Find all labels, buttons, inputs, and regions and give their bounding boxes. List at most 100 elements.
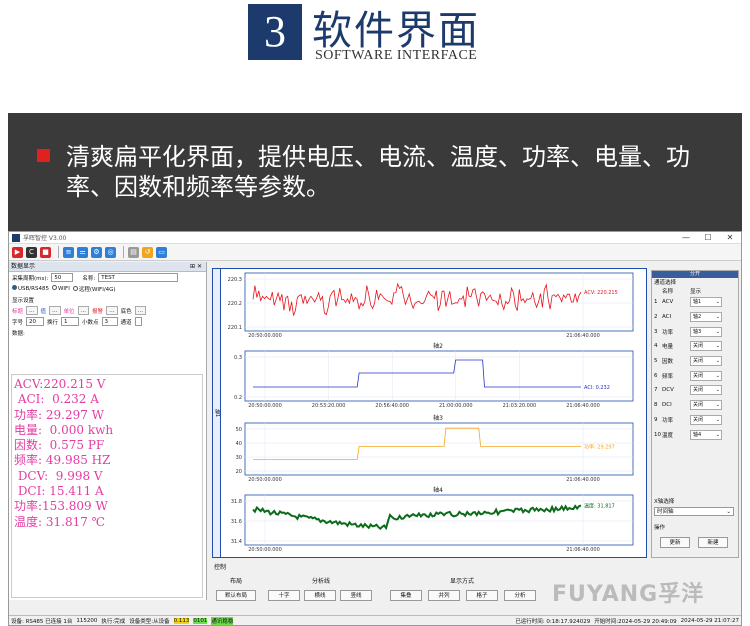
x-tick-label: 21:06:40.000 bbox=[566, 403, 600, 409]
reading-power: 功率: 29.297 W bbox=[14, 407, 104, 422]
channel-row: 6 频率 关闭 ⌄ bbox=[652, 368, 738, 383]
vline-button[interactable]: 竖线 bbox=[340, 590, 372, 601]
chevron-down-icon: ⌄ bbox=[715, 431, 720, 438]
analyze-button[interactable]: 分析 bbox=[504, 590, 536, 601]
chart-area: 轴1 220.3 220.2 220.1 20:50:00.000 21:06:40.0… bbox=[212, 268, 647, 558]
x-tick-label: 20:56:40.000 bbox=[375, 403, 409, 409]
decimal-select[interactable]: 3 bbox=[101, 317, 118, 326]
status-baud: 115200 bbox=[76, 618, 98, 624]
row-label: 换行 bbox=[47, 319, 59, 326]
grid-button[interactable]: 格子 bbox=[466, 590, 498, 601]
channel-show-select[interactable]: 关闭 ⌄ bbox=[690, 400, 722, 411]
plot-title: 轴2 bbox=[433, 342, 443, 350]
channel-show-select[interactable]: 轴4 ⌄ bbox=[690, 429, 722, 440]
reading-aci: ACI: 0.232 A bbox=[14, 392, 99, 407]
minimize-button[interactable]: — bbox=[675, 233, 697, 242]
gear-icon[interactable]: ⚙ bbox=[91, 246, 102, 258]
color-alarm-button[interactable]: … bbox=[106, 306, 118, 315]
conn-remote-radio[interactable]: 远程(WIFI/4G) bbox=[72, 285, 116, 293]
list-icon[interactable]: ≡ bbox=[63, 246, 74, 258]
hline-button[interactable]: 横线 bbox=[304, 590, 336, 601]
conn-wifi-radio[interactable]: WIFI bbox=[51, 285, 70, 292]
overlay-button[interactable]: 集叠 bbox=[390, 590, 422, 601]
channel-show-select[interactable]: 关闭 ⌄ bbox=[690, 356, 722, 367]
pass-checkbox[interactable] bbox=[134, 317, 142, 326]
section-subtitle: SOFTWARE INTERFACE bbox=[315, 48, 478, 63]
plot-frame bbox=[244, 350, 634, 402]
conn-usb-radio[interactable]: USB/RS485 bbox=[12, 285, 49, 292]
y-tick-label: 40 bbox=[236, 441, 242, 447]
data-display-panel: 数据显示 ⊞ ✕ 采集周期(ms): 50 名称: TEST USB/RS485… bbox=[9, 262, 207, 600]
reading-temp: 温度: 31.817 ℃ bbox=[14, 514, 106, 529]
font-select[interactable]: 20 bbox=[26, 317, 45, 326]
channel-panel: 分开 通道选择 名称 显示 1 ACV 轴1 ⌄ 2 ACI 轴2 ⌄ 3 功率 轴3 ⌄ 4 电量 关闭 ⌄… bbox=[651, 270, 739, 558]
pass-label: 通道 bbox=[120, 319, 132, 326]
x-tick-label: 21:06:40.000 bbox=[566, 547, 600, 553]
color-row: 标题… 值… 单位… 报警… 底色… bbox=[9, 305, 206, 316]
database-icon[interactable]: ◎ bbox=[105, 246, 116, 258]
channel-show-select[interactable]: 轴3 ⌄ bbox=[690, 326, 722, 337]
x-tick-label: 21:06:40.000 bbox=[566, 477, 600, 483]
status-type: 设备类型:从设备 bbox=[129, 619, 170, 625]
color-title-button[interactable]: … bbox=[26, 306, 38, 315]
color-value-button[interactable]: … bbox=[49, 306, 61, 315]
chevron-down-icon: ⌄ bbox=[715, 343, 720, 350]
maximize-button[interactable]: ☐ bbox=[697, 233, 719, 242]
window-title: 孚晖智控 V3.00 bbox=[23, 235, 67, 242]
channel-show-select[interactable]: 轴1 ⌄ bbox=[690, 297, 722, 308]
channel-row: 3 功率 轴3 ⌄ bbox=[652, 324, 738, 339]
y-tick-label: 31.6 bbox=[231, 519, 242, 525]
channel-header: 名称 显示 bbox=[652, 286, 738, 295]
crosshair-button[interactable]: 十字 bbox=[268, 590, 300, 601]
plot-title: 轴4 bbox=[433, 486, 443, 494]
sample-row: 采集周期(ms): 50 名称: TEST bbox=[9, 272, 206, 283]
reading-pf: 因数: 0.575 PF bbox=[14, 438, 105, 453]
channel-row: 8 DCI 关闭 ⌄ bbox=[652, 398, 738, 413]
y-tick-label: 30 bbox=[236, 455, 242, 461]
channel-name: ACI bbox=[662, 314, 672, 321]
x-tick-label: 20:50:00.000 bbox=[248, 547, 282, 553]
x-tick-label: 21:03:20.000 bbox=[503, 403, 537, 409]
channel-show-select[interactable]: 关闭 ⌄ bbox=[690, 341, 722, 352]
pin-icon[interactable]: ⊞ ✕ bbox=[190, 262, 202, 271]
window-icon[interactable]: ▭ bbox=[156, 246, 167, 258]
channel-name: 温度 bbox=[662, 432, 674, 439]
row-select[interactable]: 1 bbox=[61, 317, 80, 326]
channel-no: 2 bbox=[654, 314, 658, 321]
sample-input[interactable]: 50 bbox=[51, 273, 74, 282]
refresh-button[interactable]: 更新 bbox=[660, 537, 690, 548]
channel-name: 功率 bbox=[662, 417, 674, 424]
channel-name: DCI bbox=[662, 402, 672, 409]
channel-show-select[interactable]: 关闭 ⌄ bbox=[690, 414, 722, 425]
plots-svg[interactable]: 220.3 220.2 220.1 20:50:00.000 21:06:40.000 A… bbox=[223, 269, 646, 557]
play-icon[interactable]: ▶ bbox=[12, 246, 23, 258]
analysis-label: 分析线 bbox=[312, 578, 331, 585]
channel-row: 4 电量 关闭 ⌄ bbox=[652, 339, 738, 354]
channel-no: 1 bbox=[654, 299, 658, 306]
new-button[interactable]: 新建 bbox=[698, 537, 728, 548]
channel-show-select[interactable]: 关闭 ⌄ bbox=[690, 385, 722, 396]
export-icon[interactable]: ▤ bbox=[128, 246, 139, 258]
color-bg-button[interactable]: … bbox=[134, 306, 147, 315]
x-axis-select[interactable]: 时间轴 ⌄ bbox=[654, 507, 734, 516]
channel-no: 9 bbox=[654, 416, 658, 423]
color-unit-button[interactable]: … bbox=[77, 306, 90, 315]
default-layout-button[interactable]: 默认布局 bbox=[216, 590, 256, 601]
layout-label: 布局 bbox=[230, 578, 243, 585]
sliders-icon[interactable]: ⚌ bbox=[77, 246, 88, 258]
color-alarm-label: 报警 bbox=[92, 308, 104, 315]
parallel-button[interactable]: 并列 bbox=[428, 590, 460, 601]
chevron-down-icon: ⌄ bbox=[715, 416, 720, 423]
stop-icon[interactable]: ■ bbox=[40, 246, 51, 258]
refresh-icon[interactable]: C bbox=[26, 246, 37, 258]
reading-dcv: DCV: 9.998 V bbox=[14, 468, 103, 483]
display-settings-label: 显示设置 bbox=[12, 297, 35, 304]
channel-show-select[interactable]: 关闭 ⌄ bbox=[690, 370, 722, 381]
y-tick-label: 0.2 bbox=[234, 395, 242, 401]
bullet-square-icon bbox=[37, 149, 50, 162]
close-button[interactable]: ✕ bbox=[719, 233, 741, 242]
name-input[interactable]: TEST bbox=[98, 273, 179, 282]
history-icon[interactable]: ↺ bbox=[142, 246, 153, 258]
channel-show-select[interactable]: 轴2 ⌄ bbox=[690, 312, 722, 323]
status-code: 0101 bbox=[193, 618, 208, 624]
